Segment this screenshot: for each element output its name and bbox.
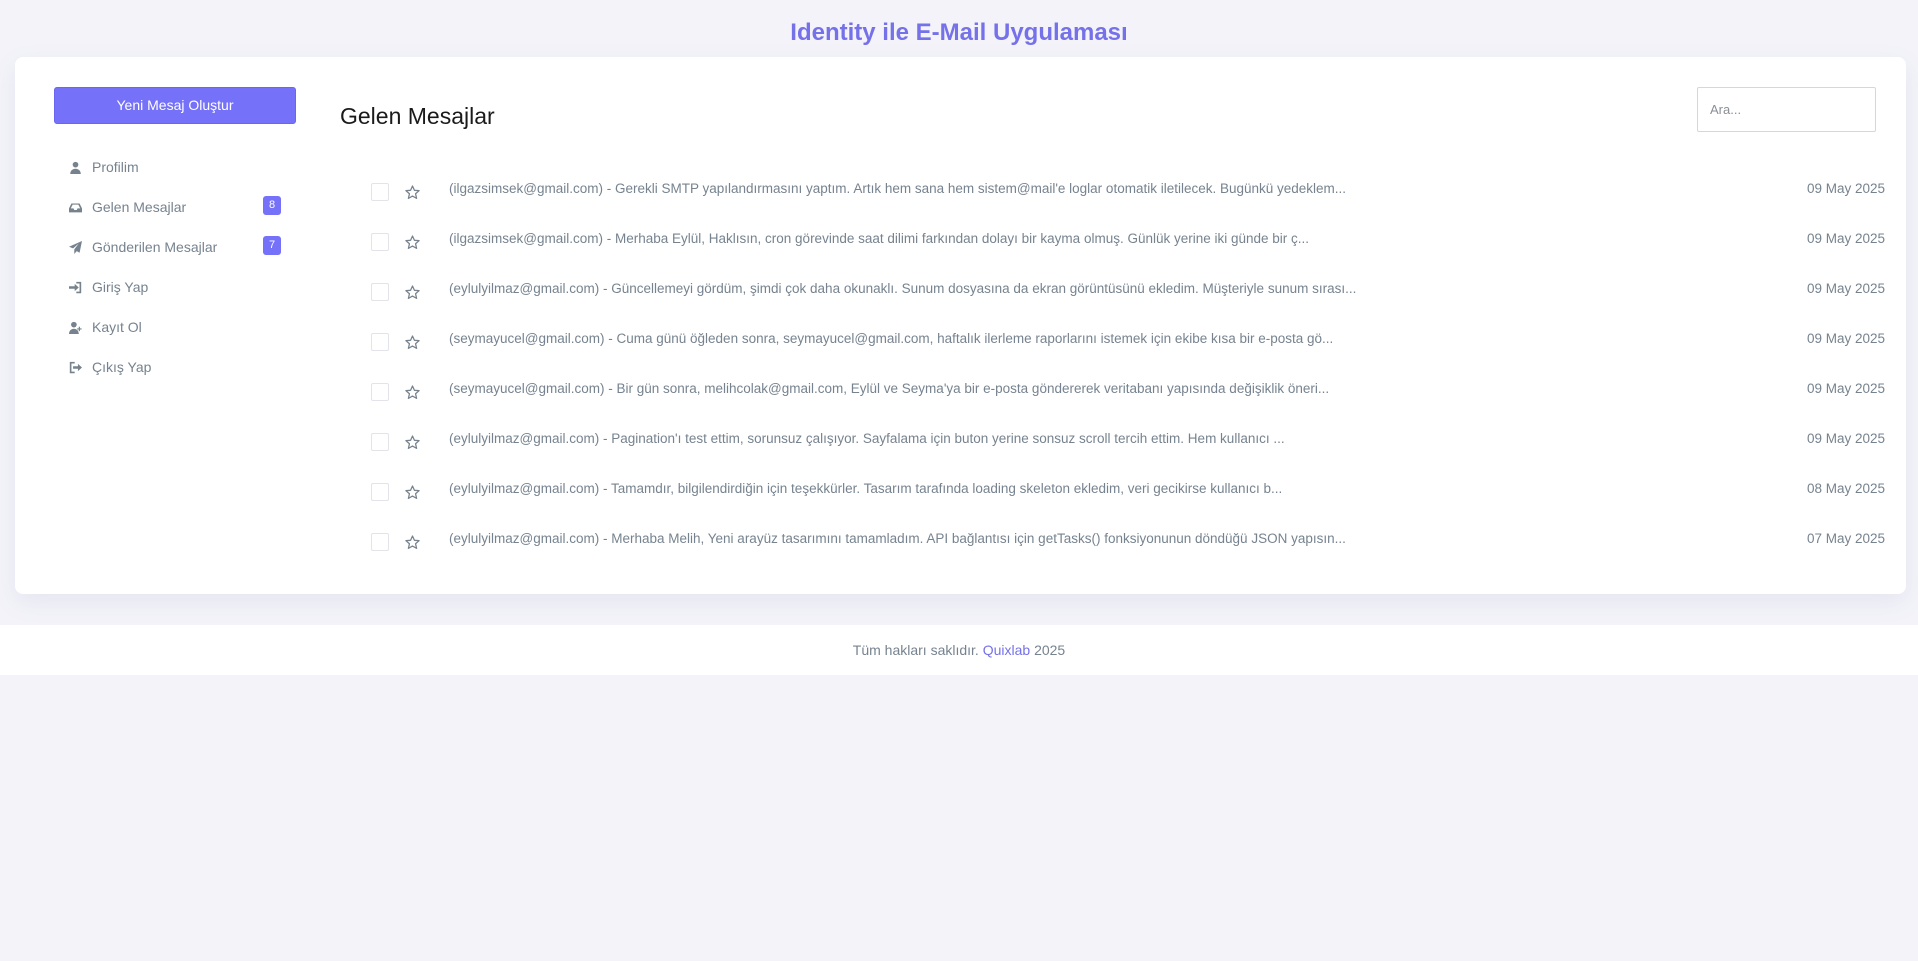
sidebar-item-inbox[interactable]: Gelen Mesajlar 8: [54, 187, 296, 227]
sidebar-item-label: Gönderilen Mesajlar: [92, 239, 218, 255]
star-icon[interactable]: [404, 184, 421, 201]
mail-row[interactable]: (seymayucel@gmail.com) - Bir gün sonra, …: [355, 365, 1885, 415]
mail-select-checkbox[interactable]: [371, 483, 389, 501]
mail-snippet: (seymayucel@gmail.com) - Cuma günü öğled…: [449, 331, 1334, 346]
inbox-count-badge: 8: [263, 196, 281, 215]
search-input[interactable]: [1697, 87, 1876, 132]
footer: Tüm hakları saklıdır. Quixlab 2025: [0, 625, 1918, 675]
mail-date: 09 May 2025: [1806, 231, 1885, 246]
mail-select-checkbox[interactable]: [371, 333, 389, 351]
mail-row[interactable]: (ilgazsimsek@gmail.com) - Merhaba Eylül,…: [355, 215, 1885, 265]
sent-count-badge: 7: [263, 236, 281, 255]
mail-snippet: (ilgazsimsek@gmail.com) - Gerekli SMTP y…: [449, 181, 1347, 196]
star-icon[interactable]: [404, 534, 421, 551]
mail-snippet: (eylulyilmaz@gmail.com) - Güncellemeyi g…: [449, 281, 1357, 296]
inbox-title: Gelen Mesajlar: [340, 103, 495, 129]
star-icon[interactable]: [404, 384, 421, 401]
star-icon[interactable]: [404, 484, 421, 501]
star-icon[interactable]: [404, 434, 421, 451]
mail-date: 08 May 2025: [1806, 481, 1885, 496]
mail-snippet: (eylulyilmaz@gmail.com) - Merhaba Melih,…: [449, 531, 1346, 546]
sign-out-icon: [69, 361, 82, 373]
sidebar-item-logout[interactable]: Çıkış Yap: [54, 347, 296, 387]
sign-in-icon: [69, 281, 82, 293]
mail-snippet: (eylulyilmaz@gmail.com) - Pagination'ı t…: [449, 431, 1285, 446]
footer-brand-link[interactable]: Quixlab: [983, 642, 1030, 658]
mail-date: 07 May 2025: [1806, 531, 1885, 546]
mail-date: 09 May 2025: [1806, 431, 1885, 446]
mail-row[interactable]: (eylulyilmaz@gmail.com) - Merhaba Melih,…: [355, 515, 1885, 565]
sidebar-nav: Profilim Gelen Mesajlar 8 Gönderilen Mes…: [54, 147, 296, 387]
footer-copyright: Tüm hakları saklıdır.: [852, 642, 979, 658]
mail-date: 09 May 2025: [1806, 281, 1885, 296]
mail-select-checkbox[interactable]: [371, 233, 389, 251]
star-icon[interactable]: [404, 334, 421, 351]
mail-row[interactable]: (ilgazsimsek@gmail.com) - Gerekli SMTP y…: [355, 165, 1885, 215]
mail-row[interactable]: (eylulyilmaz@gmail.com) - Tamamdır, bilg…: [355, 465, 1885, 515]
sidebar-item-profile[interactable]: Profilim: [54, 147, 296, 187]
sidebar-item-label: Gelen Mesajlar: [92, 199, 187, 215]
paper-plane-icon: [69, 240, 82, 254]
sidebar-item-login[interactable]: Giriş Yap: [54, 267, 296, 307]
sidebar-item-label: Profilim: [92, 159, 139, 175]
star-icon[interactable]: [404, 284, 421, 301]
sidebar-item-sent[interactable]: Gönderilen Mesajlar 7: [54, 227, 296, 267]
mail-card: Yeni Mesaj Oluştur Profilim Gelen Mesajl…: [15, 57, 1906, 594]
sidebar-item-label: Kayıt Ol: [92, 319, 142, 335]
page-title: Identity ile E-Mail Uygulaması: [790, 19, 1128, 46]
mail-list: (ilgazsimsek@gmail.com) - Gerekli SMTP y…: [355, 165, 1885, 565]
mail-select-checkbox[interactable]: [371, 183, 389, 201]
mail-row[interactable]: (eylulyilmaz@gmail.com) - Pagination'ı t…: [355, 415, 1885, 465]
mail-date: 09 May 2025: [1806, 181, 1885, 196]
footer-year: 2025: [1034, 642, 1066, 658]
mail-select-checkbox[interactable]: [371, 283, 389, 301]
user-plus-icon: [69, 321, 82, 334]
mail-select-checkbox[interactable]: [371, 383, 389, 401]
sidebar-item-label: Giriş Yap: [92, 279, 149, 295]
compose-button[interactable]: Yeni Mesaj Oluştur: [54, 87, 296, 124]
sidebar-item-label: Çıkış Yap: [92, 359, 152, 375]
mail-snippet: (eylulyilmaz@gmail.com) - Tamamdır, bilg…: [449, 481, 1283, 496]
mail-snippet: (seymayucel@gmail.com) - Bir gün sonra, …: [449, 381, 1330, 396]
mail-date: 09 May 2025: [1806, 381, 1885, 396]
mail-row[interactable]: (seymayucel@gmail.com) - Cuma günü öğled…: [355, 315, 1885, 365]
star-icon[interactable]: [404, 234, 421, 251]
inbox-icon: [69, 202, 82, 212]
mail-select-checkbox[interactable]: [371, 433, 389, 451]
mail-date: 09 May 2025: [1806, 331, 1885, 346]
sidebar-item-register[interactable]: Kayıt Ol: [54, 307, 296, 347]
mail-row[interactable]: (eylulyilmaz@gmail.com) - Güncellemeyi g…: [355, 265, 1885, 315]
mail-select-checkbox[interactable]: [371, 533, 389, 551]
user-icon: [70, 161, 81, 174]
mail-snippet: (ilgazsimsek@gmail.com) - Merhaba Eylül,…: [449, 231, 1310, 246]
